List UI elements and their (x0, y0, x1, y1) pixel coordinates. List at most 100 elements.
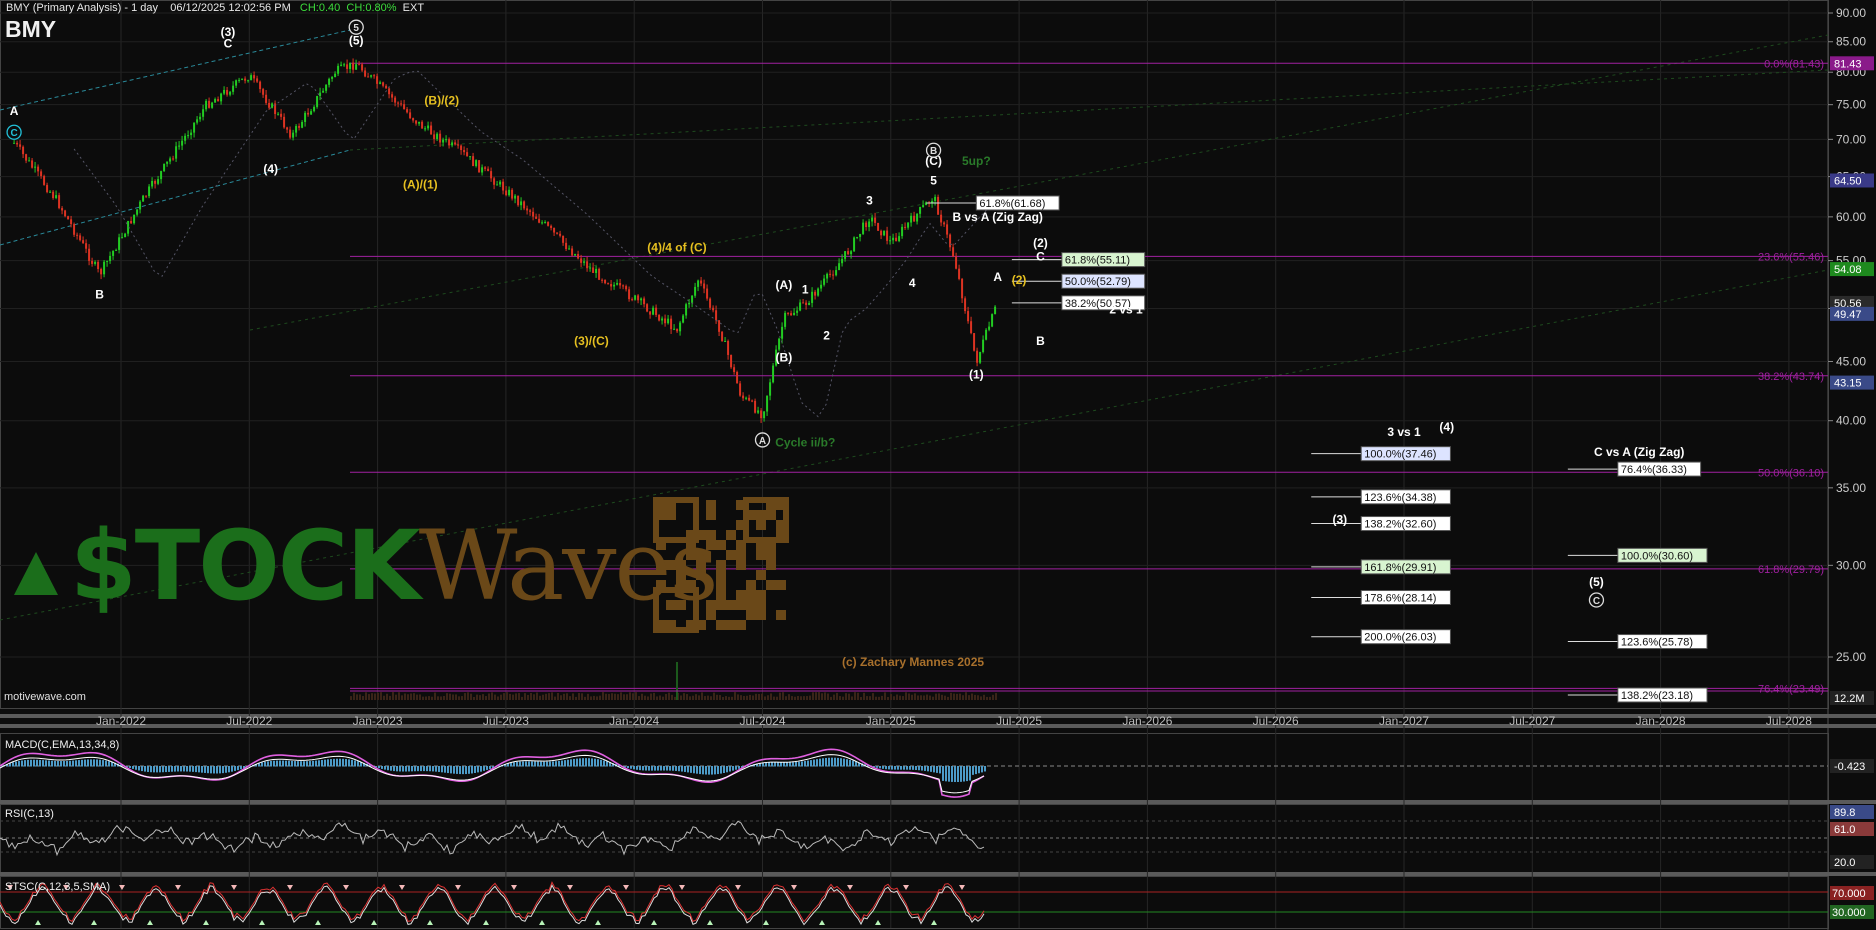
macd-histogram-bar (144, 766, 146, 772)
macd-histogram-bar (450, 766, 452, 774)
candle-body (790, 313, 793, 316)
volume-bar (908, 693, 910, 700)
x-tick-label: Jan-2026 (1122, 714, 1172, 728)
macd-histogram-bar (960, 766, 962, 782)
candle-body (178, 145, 181, 147)
macd-histogram-bar (894, 766, 896, 770)
volume-bar (695, 694, 697, 700)
volume-bar (434, 692, 436, 700)
macd-histogram-bar (570, 759, 572, 767)
macd-histogram-bar (303, 761, 305, 767)
candle-body (49, 191, 52, 193)
macd-histogram-bar (726, 766, 728, 773)
candle-body (13, 142, 16, 144)
macd-histogram-bar (45, 760, 47, 767)
candle-body (343, 64, 346, 66)
candle-body (292, 132, 295, 138)
volume-bar (389, 695, 391, 700)
volume-bar (980, 696, 982, 700)
volume-bar (839, 696, 841, 700)
candle-body (940, 214, 943, 223)
candle-body (373, 75, 376, 77)
macd-histogram-bar (264, 761, 266, 767)
macd-histogram-bar (327, 759, 329, 767)
candle-body (487, 168, 490, 172)
macd-histogram-bar (534, 761, 536, 767)
volume-bar (734, 692, 736, 700)
axis-badge-label: 49.47 (1834, 309, 1862, 321)
candle-body (718, 320, 721, 332)
candle-body (691, 295, 694, 303)
wave-circle-label: 5 (353, 23, 359, 34)
macd-histogram-bar (972, 766, 974, 775)
candle-body (322, 90, 325, 93)
candle-body (34, 166, 37, 168)
copyright-label: (c) Zachary Mannes 2025 (842, 655, 985, 669)
volume-bar (371, 693, 373, 700)
macd-histogram-bar (33, 759, 35, 767)
volume-bar (965, 692, 967, 700)
candle-body (304, 112, 307, 122)
macd-histogram-bar (642, 766, 644, 771)
macd-histogram-bar (36, 759, 38, 767)
fib-box-label: 100.0%(30.60) (1621, 550, 1693, 562)
volume-bar (920, 695, 922, 700)
candle-body (139, 201, 142, 210)
candle-body (952, 247, 955, 257)
volume-bar (785, 696, 787, 700)
volume-bar (635, 692, 637, 700)
volume-bar (917, 695, 919, 700)
volume-bar (536, 692, 538, 700)
rsi-badge: 20.0 (1834, 857, 1855, 869)
macd-histogram-bar (975, 766, 977, 775)
candle-body (499, 181, 502, 185)
macd-histogram-bar (786, 762, 788, 767)
candle-body (25, 154, 28, 161)
fib-box-label: 178.6%(28.14) (1364, 593, 1436, 605)
macd-histogram-bar (171, 766, 173, 772)
fib-box-label: 138.2%(32.60) (1364, 519, 1436, 531)
candle-body (211, 102, 214, 108)
wave-label: (A)/(1) (403, 177, 438, 191)
macd-histogram-bar (717, 766, 719, 775)
wave-label: 3 (866, 193, 873, 207)
candle-body (994, 306, 997, 315)
x-tick-label: Jan-2025 (866, 714, 916, 728)
x-tick-label: Jul-2027 (1509, 714, 1555, 728)
macd-histogram-bar (933, 766, 935, 773)
candle-body (466, 152, 469, 157)
wave-label: 2 (823, 329, 830, 343)
stoch-label: STSC(C,12,3,5,SMA) (5, 881, 111, 893)
macd-histogram-bar (522, 761, 524, 767)
candle-body (901, 226, 904, 237)
fib-line-label: 61.8%(29.79) (1758, 564, 1824, 576)
volume-bar (461, 696, 463, 700)
macd-histogram-bar (84, 759, 86, 767)
candle-body (91, 260, 94, 264)
qr-cell (746, 610, 756, 620)
macd-histogram-bar (267, 761, 269, 767)
macd-histogram-bar (150, 766, 152, 773)
y-tick-label: 85.00 (1836, 35, 1866, 49)
qr-cell (756, 600, 766, 610)
volume-bar (890, 694, 892, 700)
volume-bar (656, 696, 658, 700)
volume-bar (458, 696, 460, 700)
wave-label: B (95, 288, 104, 302)
macd-histogram-bar (669, 766, 671, 771)
macd-histogram-bar (804, 761, 806, 767)
candle-body (982, 339, 985, 353)
macd-histogram-bar (855, 761, 857, 767)
macd-histogram-bar (519, 761, 521, 767)
candle-body (646, 304, 649, 312)
volume-bar (617, 694, 619, 700)
macd-histogram-bar (57, 760, 59, 767)
volume-bar (740, 695, 742, 700)
volume-bar (575, 696, 577, 700)
candle-body (781, 326, 784, 339)
volume-bar (407, 694, 409, 700)
macd-histogram-bar (168, 766, 170, 772)
macd-histogram-bar (765, 762, 767, 767)
candle-body (916, 213, 919, 222)
candle-body (475, 160, 478, 167)
